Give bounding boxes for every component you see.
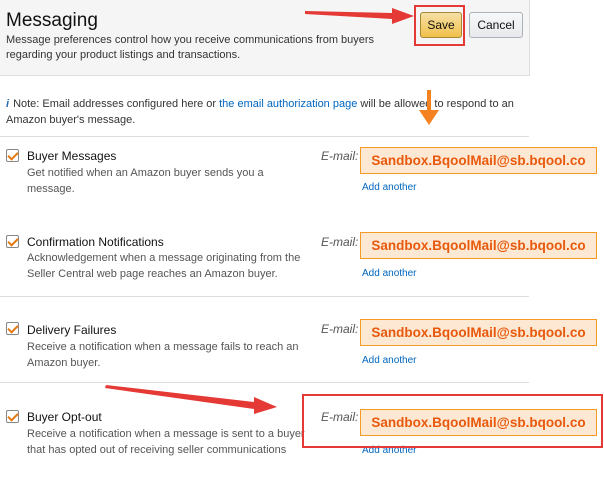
email-label: E-mail:: [321, 235, 359, 249]
email-authorization-link[interactable]: the email authorization page: [219, 98, 357, 110]
row-description: Receive a notification when a message is…: [27, 428, 305, 456]
email-field[interactable]: Sandbox.BqoolMail@sb.bqool.co: [360, 232, 597, 259]
setting-row-confirmation-notifications: Confirmation Notifications Acknowledgeme…: [0, 208, 597, 296]
note-prefix: Note: Email addresses configured here or: [13, 98, 220, 110]
add-another-link[interactable]: Add another: [362, 268, 417, 279]
email-field[interactable]: Sandbox.BqoolMail@sb.bqool.co: [360, 147, 597, 174]
email-field[interactable]: Sandbox.BqoolMail@sb.bqool.co: [360, 319, 597, 346]
setting-row-buyer-messages: Buyer Messages Get notified when an Amaz…: [0, 136, 597, 209]
delivery-failures-checkbox[interactable]: [6, 322, 19, 335]
buyer-messages-checkbox[interactable]: [6, 149, 19, 162]
page-description: Message preferences control how you rece…: [6, 34, 375, 61]
row-description: Receive a notification when a message fa…: [27, 341, 299, 369]
row-description: Get notified when an Amazon buyer sends …: [27, 167, 264, 195]
email-highlight-box: [302, 394, 603, 448]
confirmation-notifications-checkbox[interactable]: [6, 235, 19, 248]
email-label: E-mail:: [321, 322, 359, 336]
cancel-button[interactable]: Cancel: [469, 12, 523, 38]
row-title: Delivery Failures: [27, 323, 117, 337]
add-another-link[interactable]: Add another: [362, 182, 417, 193]
save-highlight-box: [414, 5, 465, 46]
row-description: Acknowledgement when a message originati…: [27, 252, 301, 280]
buyer-opt-out-checkbox[interactable]: [6, 410, 19, 423]
add-another-link[interactable]: Add another: [362, 355, 417, 366]
row-title: Buyer Messages: [27, 149, 117, 163]
note-text: i Note: Email addresses configured here o…: [6, 96, 526, 128]
setting-row-delivery-failures: Delivery Failures Receive a notification…: [0, 296, 597, 383]
row-title: Buyer Opt-out: [27, 410, 102, 424]
info-icon: i: [6, 98, 10, 110]
page-title: Messaging: [6, 10, 98, 31]
email-label: E-mail:: [321, 149, 359, 163]
row-title: Confirmation Notifications: [27, 235, 164, 249]
